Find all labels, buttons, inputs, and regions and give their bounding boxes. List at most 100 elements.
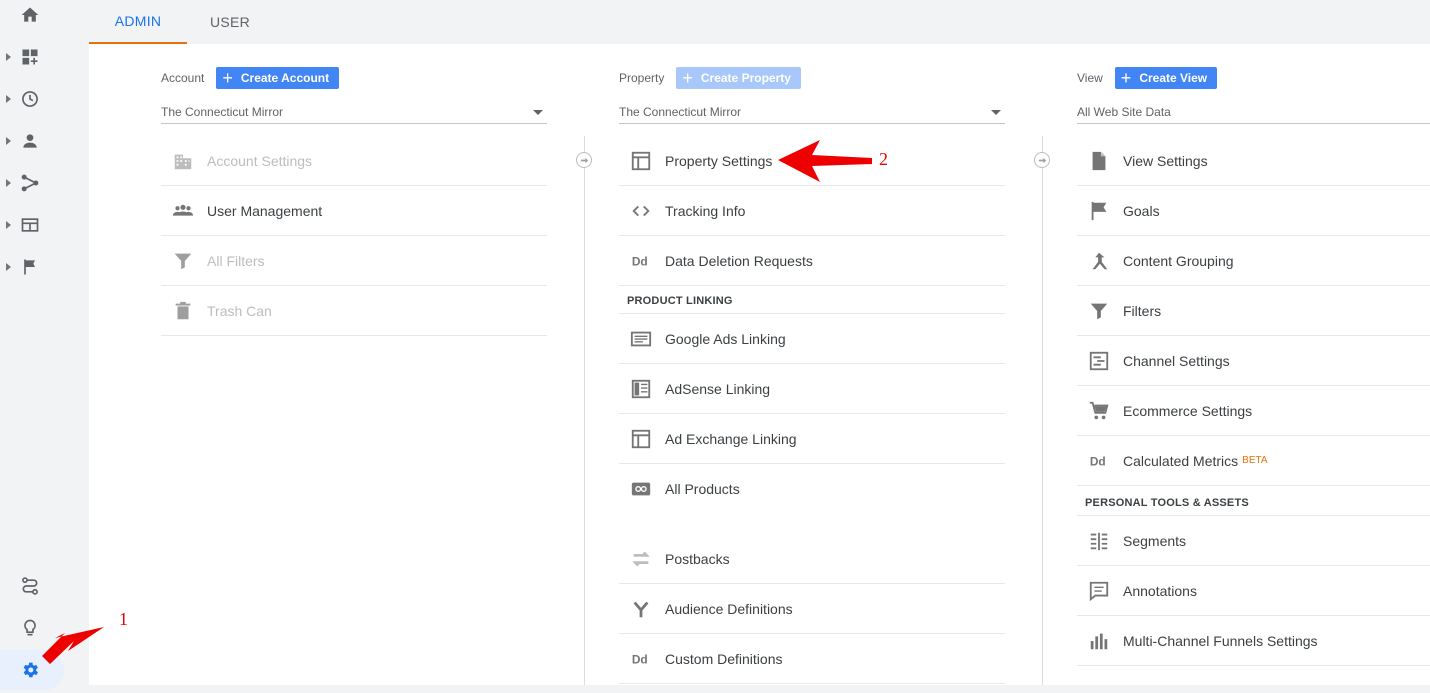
merge-icon [1077,250,1121,272]
ecommerce-settings-label: Ecommerce Settings [1123,402,1253,419]
view-settings-label: View Settings [1123,152,1208,169]
custom-definitions-item[interactable]: Dd Custom Definitions [619,634,1005,684]
product-linking-heading: PRODUCT LINKING [619,286,1005,314]
property-selector[interactable]: The Connecticut Mirror [619,100,1005,124]
tracking-info-item[interactable]: Tracking Info [619,186,1005,236]
content-grouping-label: Content Grouping [1123,252,1234,269]
audience-definitions-item[interactable]: Audience Definitions [619,584,1005,634]
account-header: Account + Create Account [161,66,340,90]
channel-settings-label: Channel Settings [1123,352,1230,369]
ad-exchange-linking-item[interactable]: Ad Exchange Linking [619,414,1005,464]
view-selected: All Web Site Data [1077,104,1171,119]
adsense-linking-item[interactable]: AdSense Linking [619,364,1005,414]
goals-label: Goals [1123,202,1160,219]
personal-tools-heading: PERSONAL TOOLS & ASSETS [1077,486,1430,516]
nav-discover[interactable] [0,608,60,648]
tab-user[interactable]: USER [187,0,273,44]
caret-right-icon [6,263,11,271]
comment-icon [1077,580,1121,602]
all-filters-item[interactable]: All Filters [161,236,547,286]
caret-right-icon [6,179,11,187]
audience-definitions-label: Audience Definitions [665,600,793,617]
trash-icon [161,300,205,322]
svg-text:Dd: Dd [1090,454,1106,468]
svg-text:Dd: Dd [632,652,648,666]
view-selector[interactable]: All Web Site Data [1077,100,1430,124]
annotations-item[interactable]: Annotations [1077,566,1430,616]
nav-customization[interactable] [0,37,60,77]
plus-icon: + [222,68,233,88]
admin-panel: Account + Create Account The Connecticut… [89,44,1430,685]
nav-conversions[interactable] [0,247,60,287]
link-icon [619,478,663,500]
channel-settings-item[interactable]: Channel Settings [1077,336,1430,386]
property-label: Property [619,71,665,85]
filters-item[interactable]: Filters [1077,286,1430,336]
property-selected: The Connecticut Mirror [619,104,742,119]
account-label: Account [161,71,205,85]
google-ads-linking-item[interactable]: Google Ads Linking [619,314,1005,364]
trash-can-item[interactable]: Trash Can [161,286,547,336]
account-selector[interactable]: The Connecticut Mirror [161,100,547,124]
tab-admin[interactable]: ADMIN [89,0,187,44]
mcf-settings-item[interactable]: Multi-Channel Funnels Settings [1077,616,1430,666]
channel-icon [1077,350,1121,372]
property-settings-item[interactable]: Property Settings [619,136,1005,186]
all-products-item[interactable]: All Products [619,464,1005,534]
content-grouping-item[interactable]: Content Grouping [1077,236,1430,286]
ecommerce-settings-item[interactable]: Ecommerce Settings [1077,386,1430,436]
create-account-label: Create Account [240,71,330,85]
goals-item[interactable]: Goals [1077,186,1430,236]
user-management-label: User Management [207,202,323,219]
nav-audience[interactable] [0,121,60,161]
segments-label: Segments [1123,532,1187,549]
google-ads-linking-label: Google Ads Linking [665,330,786,347]
create-view-label: Create View [1139,71,1208,85]
filter-icon [161,250,205,272]
nav-home[interactable] [0,0,60,35]
caret-right-icon [6,137,11,145]
dropdown-arrow-icon [991,110,1001,115]
nav-attribution[interactable] [0,566,60,606]
circle-arrow-icon [1034,152,1050,168]
dropdown-arrow-icon [533,110,543,115]
route-icon [22,577,38,595]
bars-icon [1077,630,1121,652]
create-property-button[interactable]: + Create Property [676,67,801,89]
filter-icon [1077,300,1121,322]
view-settings-item[interactable]: View Settings [1077,136,1430,186]
caret-right-icon [6,95,11,103]
plus-icon: + [1120,68,1132,88]
nav-realtime[interactable] [0,79,60,119]
admin-tabs: ADMIN USER [89,0,1430,44]
annotation-label-1: 1 [119,609,128,629]
create-view-button[interactable]: + Create View [1114,67,1218,89]
svg-text:Dd: Dd [632,254,648,268]
create-account-button[interactable]: + Create Account [216,67,340,89]
account-settings-label: Account Settings [207,152,313,169]
building-icon [161,150,205,172]
view-items: View Settings Goals Content Grouping Fil… [1077,136,1430,666]
window-icon [619,428,663,450]
trash-can-label: Trash Can [207,302,272,319]
clock-icon [22,91,38,107]
window-icon [619,150,663,172]
property-settings-label: Property Settings [665,152,773,169]
dd-icon: Dd [619,250,663,272]
postbacks-item[interactable]: Postbacks [619,534,1005,584]
account-settings-item[interactable]: Account Settings [161,136,547,186]
view-label: View [1077,71,1103,85]
caret-right-icon [6,221,11,229]
segments-icon [1077,530,1121,552]
segments-item[interactable]: Segments [1077,516,1430,566]
nav-behavior[interactable] [0,205,60,245]
lightbulb-icon [24,619,36,636]
nav-acquisition[interactable] [0,163,60,203]
data-deletion-requests-item[interactable]: Dd Data Deletion Requests [619,236,1005,286]
user-management-item[interactable]: User Management [161,186,547,236]
calculated-metrics-item[interactable]: Dd Calculated Metrics BETA [1077,436,1430,486]
create-property-label: Create Property [700,71,791,85]
all-filters-label: All Filters [207,252,265,269]
all-products-label: All Products [665,481,740,497]
nav-admin[interactable] [0,650,64,690]
